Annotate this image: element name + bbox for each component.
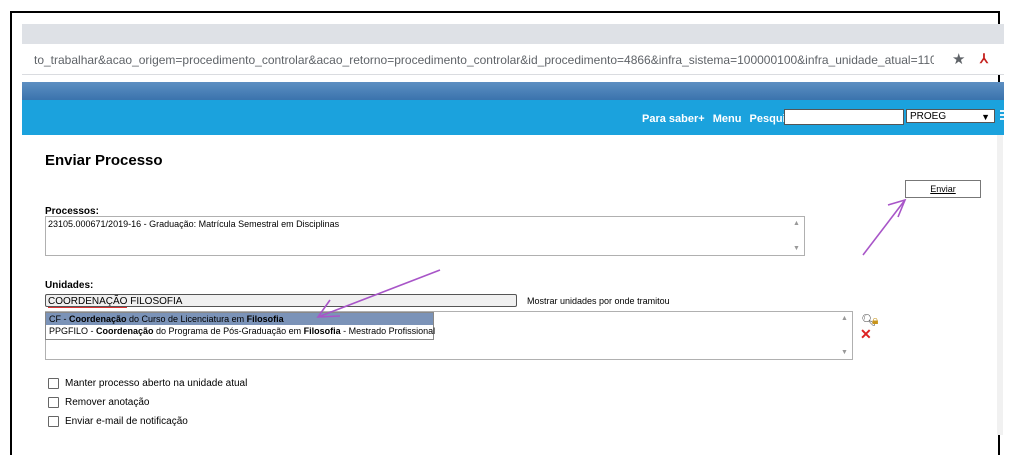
suggestion-item[interactable]: CF - Coordenação do Curso de Licenciatur…	[46, 313, 433, 325]
nav-link-menu[interactable]: Menu	[713, 113, 742, 125]
header-stripe	[22, 82, 1004, 100]
remove-x-icon[interactable]: ✕	[860, 326, 872, 343]
padlock-icon[interactable]: 🔒︎	[872, 313, 878, 328]
suggestion-text: - Mestrado Profissional	[340, 326, 436, 336]
suggestion-match: Filosofia	[246, 314, 284, 324]
processos-scrollbar[interactable]: ▲ ▼	[790, 217, 804, 255]
checkbox-label: Remover anotação	[65, 397, 150, 409]
suggestion-text: PPGFILO -	[49, 326, 97, 336]
suggestion-text: CF -	[49, 314, 69, 324]
browser-tab-strip	[22, 24, 1004, 44]
autocomplete-dropdown: CF - Coordenação do Curso de Licenciatur…	[45, 312, 436, 340]
chevron-down-icon: ▼	[981, 112, 990, 122]
enviar-button[interactable]: Enviar	[905, 180, 981, 198]
unidade-input[interactable]: COORDENAÇÃO FILOSOFIA	[45, 294, 517, 308]
processos-textarea[interactable]: 23105.000671/2019-16 - Graduação: Matríc…	[45, 216, 805, 256]
bookmark-star-icon[interactable]: ★	[952, 50, 965, 68]
nav-link-para-saber[interactable]: Para saber+	[642, 113, 705, 125]
suggestion-match: Coordenação	[96, 326, 154, 336]
unidade-input-value-misspelled: COORDENAÇÃO	[48, 296, 128, 308]
pdf-extension-icon[interactable]: ⅄	[980, 51, 992, 66]
unit-select[interactable]: PROEG ▼	[906, 109, 995, 123]
scroll-down-icon[interactable]: ▼	[793, 245, 800, 252]
scroll-down-icon[interactable]: ▼	[841, 349, 848, 356]
checkbox[interactable]	[48, 378, 59, 389]
unit-select-value: PROEG	[910, 111, 947, 122]
checkbox[interactable]	[48, 397, 59, 408]
list-view-icon[interactable]	[1000, 110, 1010, 121]
unidade-input-value: FILOSOFIA	[127, 296, 183, 307]
mostrar-unidades-link[interactable]: Mostrar unidades por onde tramitou	[527, 296, 670, 306]
search-input[interactable]	[784, 109, 904, 125]
unidades-label: Unidades:	[45, 280, 94, 291]
processos-value: 23105.000671/2019-16 - Graduação: Matríc…	[48, 219, 340, 229]
checkbox-manter-aberto[interactable]: Manter processo aberto na unidade atual	[48, 378, 247, 390]
suggestion-text: do Programa de Pós-Graduação em	[153, 326, 304, 336]
checkbox-label: Manter processo aberto na unidade atual	[65, 378, 248, 390]
url-text[interactable]: to_trabalhar&acao_origem=procedimento_co…	[34, 53, 934, 67]
suggestion-match: Coordenação	[69, 314, 127, 324]
page-scrollbar[interactable]	[997, 135, 1003, 435]
unidades-scrollbar[interactable]: ▲ ▼	[838, 312, 852, 359]
suggestion-item[interactable]: PPGFILO - Coordenação do Programa de Pós…	[46, 325, 436, 337]
checkbox-remover-anotacao[interactable]: Remover anotação	[48, 397, 150, 409]
suggestion-match: Filosofia	[303, 326, 341, 336]
browser-address-bar[interactable]: to_trabalhar&acao_origem=procedimento_co…	[22, 44, 1004, 75]
nav-links: Para saber+ Menu Pesquisa	[642, 113, 803, 125]
checkbox[interactable]	[48, 416, 59, 427]
suggestion-text: do Curso de Licenciatura em	[126, 314, 247, 324]
checkbox-label: Enviar e-mail de notificação	[65, 416, 188, 428]
page-title: Enviar Processo	[45, 152, 163, 169]
top-navbar: Para saber+ Menu Pesquisa PROEG ▼	[22, 100, 1010, 135]
scroll-up-icon[interactable]: ▲	[793, 220, 800, 227]
scroll-up-icon[interactable]: ▲	[841, 315, 848, 322]
checkbox-enviar-email[interactable]: Enviar e-mail de notificação	[48, 416, 188, 428]
